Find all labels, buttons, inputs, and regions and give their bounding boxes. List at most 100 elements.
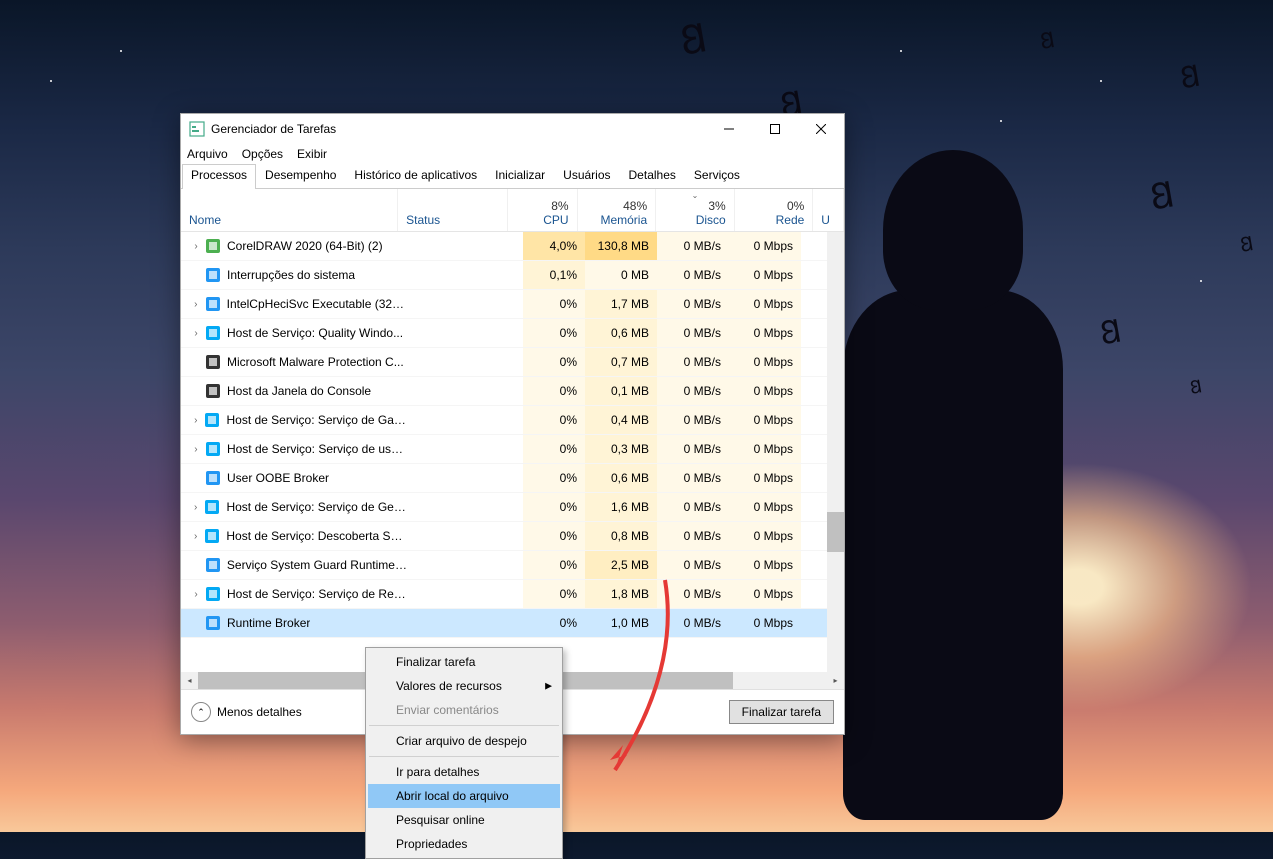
tab-desempenho[interactable]: Desempenho: [256, 164, 345, 189]
process-memory-cell: 1,6 MB: [585, 493, 657, 521]
process-network-cell: 0 Mbps: [729, 319, 801, 347]
process-cpu-cell: 0%: [523, 319, 585, 347]
process-row[interactable]: User OOBE Broker0%0,6 MB0 MB/s0 Mbps: [181, 464, 844, 493]
process-row[interactable]: ›Host de Serviço: Serviço de usu...0%0,3…: [181, 435, 844, 464]
process-memory-cell: 0,4 MB: [585, 406, 657, 434]
titlebar[interactable]: Gerenciador de Tarefas: [181, 114, 844, 144]
maximize-button[interactable]: [752, 114, 798, 144]
menu-view[interactable]: Exibir: [297, 147, 327, 161]
process-cpu-cell: 0%: [523, 609, 585, 637]
minimize-button[interactable]: [706, 114, 752, 144]
menu-item-abrir-local-do-arquivo[interactable]: Abrir local do arquivo: [368, 784, 560, 808]
wallpaper-bird: 𐐒: [1096, 308, 1125, 354]
process-row[interactable]: ›Host de Serviço: Serviço de Gate...0%0,…: [181, 406, 844, 435]
wallpaper-bird: 𐐒: [1238, 229, 1256, 258]
process-row[interactable]: ›Host de Serviço: Quality Windo...0%0,6 …: [181, 319, 844, 348]
process-row[interactable]: Microsoft Malware Protection C...0%0,7 M…: [181, 348, 844, 377]
process-icon: [205, 586, 221, 602]
vertical-scrollbar[interactable]: [827, 232, 844, 672]
tab-detalhes[interactable]: Detalhes: [620, 164, 685, 189]
process-status-cell: [415, 493, 523, 521]
process-name-label: Runtime Broker: [227, 616, 310, 630]
process-row[interactable]: Host da Janela do Console0%0,1 MB0 MB/s0…: [181, 377, 844, 406]
process-status-cell: [415, 261, 523, 289]
process-cpu-cell: 0%: [523, 290, 585, 318]
process-row[interactable]: ›Host de Serviço: Serviço de Gere...0%1,…: [181, 493, 844, 522]
expand-arrow-icon[interactable]: ›: [189, 502, 202, 513]
header-name[interactable]: Nome: [181, 189, 398, 231]
header-memory[interactable]: 48% Memória: [578, 189, 657, 231]
process-name-label: Host de Serviço: Serviço de usu...: [227, 442, 407, 456]
process-name-label: Host de Serviço: Serviço de Rede: [227, 587, 407, 601]
process-name-cell: › Host de Serviço: Serviço de usu...: [181, 435, 415, 463]
process-row[interactable]: Runtime Broker0%1,0 MB0 MB/s0 Mbps: [181, 609, 844, 638]
expand-arrow-icon[interactable]: ›: [189, 241, 203, 252]
process-cpu-cell: 0,1%: [523, 261, 585, 289]
expand-arrow-icon[interactable]: ›: [189, 589, 203, 600]
header-network[interactable]: 0% Rede: [735, 189, 814, 231]
process-row[interactable]: ›CorelDRAW 2020 (64-Bit) (2)4,0%130,8 MB…: [181, 232, 844, 261]
process-icon: [205, 296, 221, 312]
less-details-toggle[interactable]: ⌃ Menos detalhes: [191, 702, 302, 722]
expand-arrow-icon[interactable]: ›: [189, 415, 202, 426]
process-disk-cell: 0 MB/s: [657, 464, 729, 492]
expand-arrow-icon[interactable]: ›: [189, 531, 202, 542]
menu-item-criar-arquivo-de-despejo[interactable]: Criar arquivo de despejo: [368, 729, 560, 753]
scroll-left-button[interactable]: ◂: [181, 672, 198, 689]
process-name-cell: Host da Janela do Console: [181, 377, 415, 405]
process-icon: [204, 528, 220, 544]
process-name-cell: Microsoft Malware Protection C...: [181, 348, 415, 376]
close-button[interactable]: [798, 114, 844, 144]
process-row[interactable]: ›Host de Serviço: Serviço de Rede0%1,8 M…: [181, 580, 844, 609]
process-disk-cell: 0 MB/s: [657, 406, 729, 434]
process-icon: [205, 354, 221, 370]
menu-item-valores-de-recursos[interactable]: Valores de recursos▶: [368, 674, 560, 698]
scrollbar-thumb[interactable]: [827, 512, 844, 552]
process-cpu-cell: 0%: [523, 464, 585, 492]
menu-item-propriedades[interactable]: Propriedades: [368, 832, 560, 856]
menu-item-ir-para-detalhes[interactable]: Ir para detalhes: [368, 760, 560, 784]
scroll-right-button[interactable]: ▸: [827, 672, 844, 689]
header-cpu[interactable]: 8% CPU: [508, 189, 578, 231]
process-row[interactable]: Interrupções do sistema0,1%0 MB0 MB/s0 M…: [181, 261, 844, 290]
header-extra[interactable]: U: [813, 189, 844, 231]
expand-arrow-icon[interactable]: ›: [189, 444, 203, 455]
process-icon: [205, 238, 221, 254]
process-icon: [205, 470, 221, 486]
process-disk-cell: 0 MB/s: [657, 232, 729, 260]
tab-processos[interactable]: Processos: [182, 164, 256, 189]
window-title: Gerenciador de Tarefas: [211, 122, 706, 136]
menu-item-pesquisar-online[interactable]: Pesquisar online: [368, 808, 560, 832]
tab-histórico-de-aplicativos[interactable]: Histórico de aplicativos: [345, 164, 486, 189]
process-row[interactable]: Serviço System Guard Runtime ...0%2,5 MB…: [181, 551, 844, 580]
wallpaper-star: [1000, 120, 1002, 122]
menu-file[interactable]: Arquivo: [187, 147, 228, 161]
process-disk-cell: 0 MB/s: [657, 551, 729, 579]
header-disk[interactable]: ⌄ 3% Disco: [656, 189, 735, 231]
header-status[interactable]: Status: [398, 189, 507, 231]
menu-item-finalizar-tarefa[interactable]: Finalizar tarefa: [368, 650, 560, 674]
process-status-cell: [415, 406, 523, 434]
process-name-label: User OOBE Broker: [227, 471, 329, 485]
menu-options[interactable]: Opções: [242, 147, 283, 161]
process-name-label: Microsoft Malware Protection C...: [227, 355, 404, 369]
end-task-button[interactable]: Finalizar tarefa: [729, 700, 834, 724]
expand-arrow-icon[interactable]: ›: [189, 328, 203, 339]
process-status-cell: [415, 290, 523, 318]
process-cpu-cell: 4,0%: [523, 232, 585, 260]
process-row[interactable]: ›IntelCpHeciSvc Executable (32 b...0%1,7…: [181, 290, 844, 319]
expand-arrow-icon[interactable]: ›: [189, 299, 203, 310]
tab-usuários[interactable]: Usuários: [554, 164, 619, 189]
tab-serviços[interactable]: Serviços: [685, 164, 749, 189]
tab-bar: ProcessosDesempenhoHistórico de aplicati…: [181, 164, 844, 189]
process-network-cell: 0 Mbps: [729, 580, 801, 608]
chevron-up-icon: ⌃: [191, 702, 211, 722]
process-name-cell: ›IntelCpHeciSvc Executable (32 b...: [181, 290, 415, 318]
process-icon: [204, 499, 220, 515]
process-row[interactable]: ›Host de Serviço: Descoberta SSDP0%0,8 M…: [181, 522, 844, 551]
wallpaper-star: [1100, 80, 1102, 82]
menu-separator: [369, 725, 559, 726]
tab-inicializar[interactable]: Inicializar: [486, 164, 554, 189]
process-network-cell: 0 Mbps: [729, 232, 801, 260]
wallpaper-bird: 𐐒: [1188, 374, 1204, 400]
